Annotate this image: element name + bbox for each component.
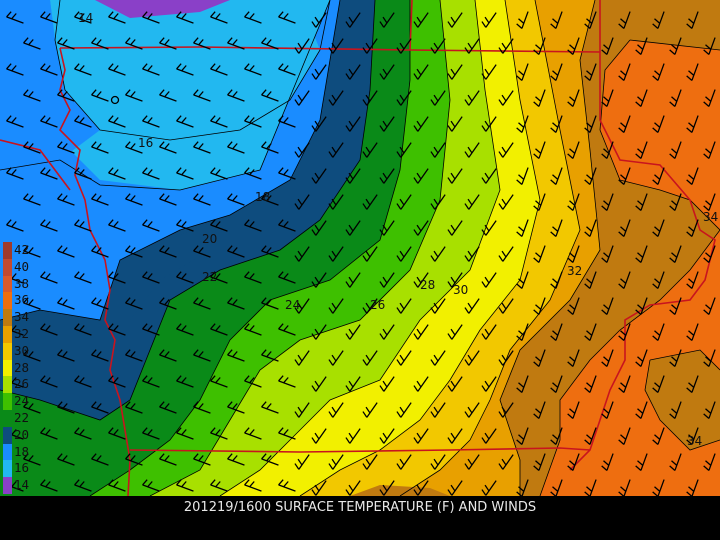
legend-label: 40	[14, 258, 30, 274]
contour-label: 26	[370, 298, 385, 312]
legend-label: 24	[14, 393, 30, 409]
contour-label: 16	[138, 136, 153, 150]
contour-label: 32	[567, 264, 582, 278]
legend-swatch	[3, 292, 12, 310]
legend-entry: 28	[3, 359, 41, 377]
legend-entry: 24	[3, 393, 41, 410]
legend-swatch	[3, 258, 12, 276]
legend-entry: 16	[3, 460, 41, 478]
legend-entry: 26	[3, 376, 41, 394]
legend-swatch	[3, 443, 12, 461]
contour-label: 22	[202, 270, 217, 284]
legend-label: 14	[14, 477, 30, 493]
legend-entry: 34	[3, 309, 41, 326]
legend-entry: 20	[3, 426, 41, 444]
contour-label: 34	[687, 434, 702, 448]
legend-entry: 30	[3, 342, 41, 360]
legend-entry: 40	[3, 258, 41, 276]
legend-label: 28	[14, 359, 30, 375]
legend-label: 34	[14, 309, 30, 325]
contour-label: 20	[202, 232, 217, 246]
contour-label: 24	[285, 298, 300, 312]
legend-label: 38	[14, 275, 30, 291]
legend-entry: 18	[3, 443, 41, 461]
legend-swatch	[3, 342, 12, 360]
legend-entry: 22	[3, 409, 41, 427]
legend-swatch	[3, 409, 12, 427]
contour-label: 34	[703, 210, 718, 224]
contour-label: 28	[420, 278, 435, 292]
legend-swatch	[3, 309, 12, 326]
legend-label: 36	[14, 292, 30, 308]
legend-label: 26	[14, 376, 30, 392]
legend-swatch	[3, 376, 12, 394]
legend-label: 32	[14, 325, 30, 341]
legend-swatch	[3, 426, 12, 444]
legend-entry: 32	[3, 325, 41, 343]
map-caption: 201219/1600 SURFACE TEMPERATURE (F) AND …	[183, 500, 537, 515]
color-legend: 42 40 38 36 34 32 30 28 26 24 22 20 18 16 14	[3, 242, 41, 494]
legend-swatch	[3, 242, 12, 259]
legend-label: 30	[14, 342, 30, 358]
legend-entry: 38	[3, 275, 41, 293]
legend-swatch	[3, 325, 12, 343]
temperature-map: 14 16 18 20 22 24 26 28 30 32 34 34	[0, 0, 720, 496]
legend-entry: 42	[3, 242, 41, 259]
legend-label: 42	[14, 242, 30, 257]
legend-swatch	[3, 460, 12, 478]
contour-label: 30	[453, 283, 468, 297]
legend-label: 18	[14, 443, 30, 459]
legend-entry: 14	[3, 477, 41, 494]
legend-entry: 36	[3, 292, 41, 310]
contour-label: 14	[78, 11, 93, 25]
legend-swatch	[3, 359, 12, 377]
legend-swatch	[3, 393, 12, 410]
legend-swatch	[3, 275, 12, 293]
legend-swatch	[3, 477, 12, 494]
contour-label: 18	[255, 190, 270, 204]
legend-label: 16	[14, 460, 30, 476]
legend-label: 20	[14, 426, 30, 442]
legend-label: 22	[14, 409, 30, 425]
